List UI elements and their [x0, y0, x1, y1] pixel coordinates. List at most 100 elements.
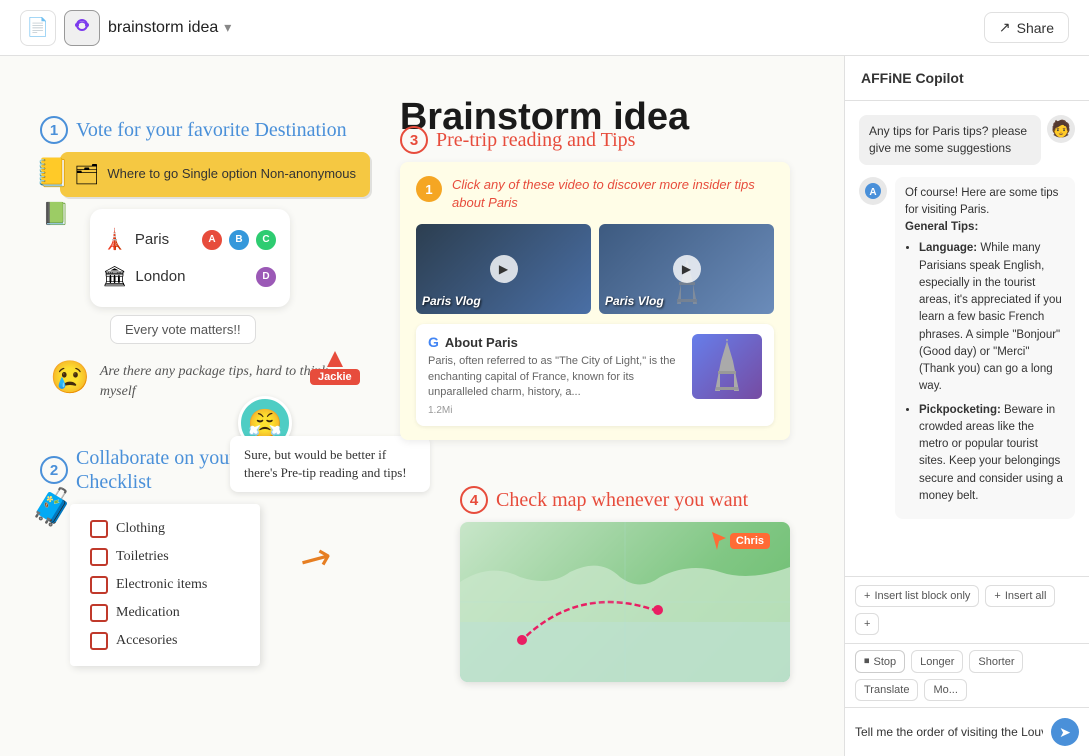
checkbox-icon[interactable]	[90, 548, 108, 566]
video-thumb-1[interactable]: ▶ Paris Vlog	[416, 224, 591, 314]
more-label: Mo...	[933, 684, 957, 696]
packing-label-clothing: Clothing	[116, 521, 165, 537]
pretrip-step1: 1 Click any of these video to discover m…	[416, 176, 774, 212]
topbar-title-text: brainstorm idea	[108, 19, 218, 37]
voter-avatar: B	[227, 228, 251, 252]
plus-icon-2: +	[994, 590, 1000, 602]
shorter-label: Shorter	[978, 656, 1014, 668]
paris-label: Paris	[135, 231, 192, 248]
ai-tip1-title: Language:	[919, 242, 977, 254]
vote-section: 1 Vote for your favorite Destination 🗂 W…	[40, 116, 350, 401]
ai-message: Of course! Here are some tips for visiti…	[895, 177, 1075, 520]
map-box[interactable]: Chris	[460, 522, 790, 682]
step-circle-1: 1	[416, 176, 442, 202]
stop-label: Stop	[874, 656, 897, 668]
topbar-left: 📄 brainstorm idea ▾	[20, 10, 231, 46]
user-message: Any tips for Paris tips? please give me …	[859, 115, 1041, 165]
longer-button[interactable]: Longer	[911, 650, 963, 673]
video-thumb-2[interactable]: ▶ Paris Vlog	[599, 224, 774, 314]
flow-icon	[73, 16, 91, 39]
voter-avatar: C	[254, 228, 278, 252]
packing-label-electronics: Electronic items	[116, 577, 207, 593]
vote-option-paris[interactable]: 🗼 Paris A B C	[102, 221, 278, 258]
pretrip-section-title: Pre-trip reading and Tips	[436, 128, 635, 152]
checkbox-icon[interactable]	[90, 632, 108, 650]
stop-icon: ⏹	[864, 655, 870, 668]
translate-label: Translate	[864, 684, 909, 696]
copilot-header: AFFiNE Copilot	[845, 56, 1089, 101]
packing-item-medication: Medication	[90, 604, 240, 622]
map-section-number: 4	[460, 486, 488, 514]
google-icon: G	[428, 334, 439, 350]
stop-button[interactable]: ⏹ Stop	[855, 650, 905, 673]
pretrip-header: 3 Pre-trip reading and Tips	[400, 126, 790, 154]
user-avatar: 🧑	[1047, 115, 1075, 143]
checkbox-icon[interactable]	[90, 604, 108, 622]
checkbox-icon[interactable]	[90, 576, 108, 594]
copilot-messages: Any tips for Paris tips? please give me …	[845, 101, 1089, 576]
vote-section-number: 1	[40, 116, 68, 144]
vote-card-icon: 🗂	[74, 162, 99, 187]
insert-all-button[interactable]: + Insert all	[985, 585, 1055, 607]
ai-general-label: General Tips:	[905, 221, 978, 233]
ai-message-row: A Of course! Here are some tips for visi…	[859, 177, 1075, 520]
pretrip-section-number: 3	[400, 126, 428, 154]
user-message-row: Any tips for Paris tips? please give me …	[859, 115, 1075, 165]
share-icon: ↗	[999, 19, 1011, 36]
paris-voters: A B C	[200, 228, 278, 252]
packing-item-accessories: Accesories	[90, 632, 240, 650]
shorter-button[interactable]: Shorter	[969, 650, 1023, 673]
main-canvas: Brainstorm idea 1 Vote for your favorite…	[0, 56, 1089, 756]
topbar-title: brainstorm idea ▾	[108, 19, 231, 37]
doc-tab-button[interactable]: 📄	[20, 10, 56, 46]
title-chevron-icon[interactable]: ▾	[224, 19, 231, 36]
svg-text:A: A	[869, 187, 876, 198]
ai-avatar: A	[859, 177, 887, 205]
insert-all-label: Insert all	[1005, 590, 1047, 602]
comment-bubble: Sure, but would be better if there's Pre…	[230, 436, 430, 492]
insert-block-button[interactable]: + Insert list block only	[855, 585, 979, 607]
play-button-1[interactable]: ▶	[490, 255, 518, 283]
share-button[interactable]: ↗ Share	[984, 12, 1069, 43]
pretrip-content-box: 1 Click any of these video to discover m…	[400, 162, 790, 440]
ai-tip-pickpocketing: Pickpocketing: Beware in crowded areas l…	[919, 402, 1065, 506]
about-paris-card: G About Paris Paris, often referred to a…	[416, 324, 774, 425]
videos-row: ▶ Paris Vlog ▶ Paris Vlog	[416, 224, 774, 314]
send-button[interactable]: ➤	[1051, 718, 1079, 746]
copilot-panel: AFFiNE Copilot Any tips for Paris tips? …	[844, 56, 1089, 756]
send-icon: ➤	[1059, 724, 1071, 741]
packing-checklist-card: Clothing Toiletries Electronic items Med…	[70, 504, 260, 666]
about-paris-title-text: About Paris	[445, 335, 518, 350]
comment-text: Sure, but would be better if there's Pre…	[244, 447, 407, 480]
about-paris-info: G About Paris Paris, often referred to a…	[428, 334, 682, 415]
share-label: Share	[1017, 20, 1054, 36]
packing-label-accessories: Accesories	[116, 633, 177, 649]
copilot-input-field[interactable]	[855, 725, 1043, 739]
vote-card: 🗂 Where to go Single option Non-anonymou…	[60, 152, 370, 197]
translate-button[interactable]: Translate	[855, 679, 918, 701]
vote-option-london[interactable]: 🏛 London D	[102, 258, 278, 295]
play-button-2[interactable]: ▶	[673, 255, 701, 283]
plus-icon: +	[864, 590, 870, 602]
flow-tab-button[interactable]	[64, 10, 100, 46]
jackie-cursor: Jackie	[310, 351, 360, 385]
copilot-input-area: ➤	[845, 708, 1089, 756]
packing-item-electronics: Electronic items	[90, 576, 240, 594]
jackie-label: Jackie	[310, 369, 360, 385]
packing-item-toiletries: Toiletries	[90, 548, 240, 566]
ai-intro: Of course! Here are some tips for visiti…	[905, 187, 1058, 216]
suitcase-icon: 🧳	[30, 486, 75, 528]
checkbox-icon[interactable]	[90, 520, 108, 538]
about-paris-image	[692, 334, 762, 399]
vote-section-title: Vote for your favorite Destination	[76, 118, 347, 142]
map-section: 4 Check map whenever you want	[460, 486, 800, 682]
more-button[interactable]: +	[855, 613, 879, 635]
about-paris-desc: Paris, often referred to as "The City of…	[428, 354, 682, 400]
vote-card-text: Where to go Single option Non-anonymous	[107, 166, 356, 183]
cursor-triangle-jackie	[327, 351, 343, 367]
packing-item-clothing: Clothing	[90, 520, 240, 538]
ai-tip-language: Language: While many Parisians speak Eng…	[919, 240, 1065, 395]
london-voters: D	[254, 265, 278, 289]
map-section-title: Check map whenever you want	[496, 488, 748, 512]
more-options-button[interactable]: Mo...	[924, 679, 966, 701]
